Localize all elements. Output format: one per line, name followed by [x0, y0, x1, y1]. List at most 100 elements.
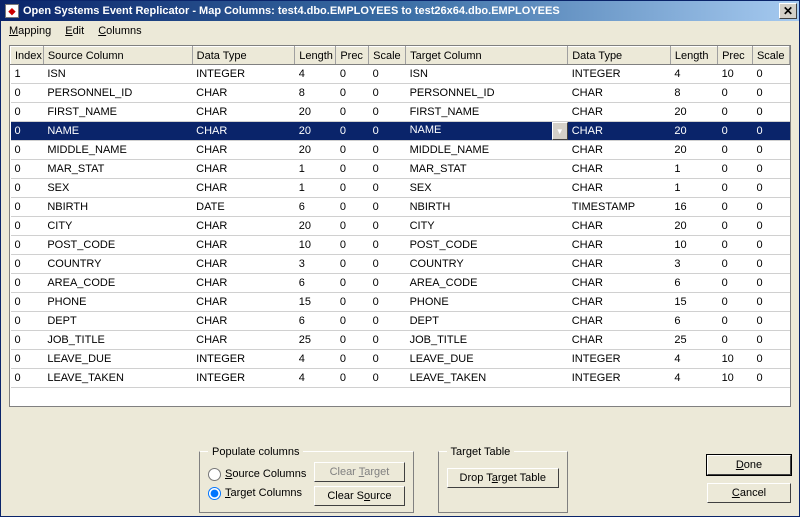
cell-tp: 0 — [718, 141, 753, 160]
cell-tc: ISN — [406, 65, 568, 84]
cell-tc: LEAVE_TAKEN — [406, 369, 568, 388]
cell-sp: 0 — [336, 65, 369, 84]
cell-idx: 0 — [11, 179, 44, 198]
cell-sdt: CHAR — [192, 274, 295, 293]
cell-tdt: INTEGER — [568, 350, 671, 369]
cell-sl: 3 — [295, 255, 336, 274]
cell-ts: 0 — [752, 160, 789, 179]
cell-tp: 0 — [718, 122, 753, 141]
cell-sp: 0 — [336, 160, 369, 179]
cell-tc: JOB_TITLE — [406, 331, 568, 350]
table-row[interactable]: 0COUNTRYCHAR300COUNTRYCHAR300 — [11, 255, 790, 274]
col-index[interactable]: Index — [11, 47, 44, 65]
table-row[interactable]: 0LEAVE_DUEINTEGER400LEAVE_DUEINTEGER4100 — [11, 350, 790, 369]
cell-sl: 20 — [295, 141, 336, 160]
col-target-scale[interactable]: Scale — [752, 47, 789, 65]
cell-ts: 0 — [752, 274, 789, 293]
cell-tl: 20 — [670, 122, 717, 141]
dropdown-value: NAME — [406, 122, 568, 138]
table-row[interactable]: 0NAMECHAR2000NAME▼PERSONNEL_IDFIRST_NAME… — [11, 122, 790, 141]
mapping-grid[interactable]: Index Source Column Data Type Length Pre… — [9, 45, 791, 407]
cell-tc: MAR_STAT — [406, 160, 568, 179]
cell-ss: 0 — [369, 293, 406, 312]
cell-tdt: INTEGER — [568, 369, 671, 388]
cell-ts: 0 — [752, 179, 789, 198]
table-row[interactable]: 0MIDDLE_NAMECHAR2000MIDDLE_NAMECHAR2000 — [11, 141, 790, 160]
close-button[interactable]: ✕ — [779, 3, 797, 19]
cell-tl: 3 — [670, 255, 717, 274]
col-source-length[interactable]: Length — [295, 47, 336, 65]
cell-sdt: CHAR — [192, 141, 295, 160]
cell-idx: 0 — [11, 217, 44, 236]
cell-ts: 0 — [752, 236, 789, 255]
cell-tdt: CHAR — [568, 141, 671, 160]
table-row[interactable]: 0JOB_TITLECHAR2500JOB_TITLECHAR2500 — [11, 331, 790, 350]
table-row[interactable]: 0FIRST_NAMECHAR2000FIRST_NAMECHAR2000 — [11, 103, 790, 122]
table-row[interactable]: 0POST_CODECHAR1000POST_CODECHAR1000 — [11, 236, 790, 255]
cell-sp: 0 — [336, 84, 369, 103]
cell-sdt: CHAR — [192, 103, 295, 122]
clear-source-button[interactable]: Clear Source — [314, 486, 404, 506]
cell-sl: 4 — [295, 350, 336, 369]
cancel-button[interactable]: Cancel — [707, 483, 791, 503]
table-row[interactable]: 0NBIRTHDATE600NBIRTHTIMESTAMP1600 — [11, 198, 790, 217]
cell-sp: 0 — [336, 293, 369, 312]
col-target-length[interactable]: Length — [670, 47, 717, 65]
cell-tl: 16 — [670, 198, 717, 217]
table-row[interactable]: 0AREA_CODECHAR600AREA_CODECHAR600 — [11, 274, 790, 293]
cell-sl: 1 — [295, 160, 336, 179]
cell-tp: 0 — [718, 103, 753, 122]
cell-ts: 0 — [752, 312, 789, 331]
cell-ss: 0 — [369, 312, 406, 331]
cell-tl: 6 — [670, 312, 717, 331]
menu-mapping[interactable]: Mapping — [9, 25, 51, 37]
radio-target-columns[interactable]: Target Columns — [208, 487, 306, 500]
cell-sc: LEAVE_DUE — [43, 350, 192, 369]
cell-tp: 0 — [718, 312, 753, 331]
col-target-datatype[interactable]: Data Type — [568, 47, 671, 65]
cell-tc: FIRST_NAME — [406, 103, 568, 122]
dropdown-list[interactable]: PERSONNEL_IDFIRST_NAMENAMEMIDDLE_NAMEMAR… — [406, 140, 568, 141]
cell-tdt: CHAR — [568, 160, 671, 179]
target-table-group: Target Table Drop Target Table — [438, 446, 568, 513]
cell-ss: 0 — [369, 160, 406, 179]
drop-target-button[interactable]: Drop Target Table — [447, 468, 559, 488]
table-row[interactable]: 0SEXCHAR100SEXCHAR100 — [11, 179, 790, 198]
cell-tp: 0 — [718, 274, 753, 293]
table-row[interactable]: 0DEPTCHAR600DEPTCHAR600 — [11, 312, 790, 331]
cell-tl: 1 — [670, 179, 717, 198]
col-source-prec[interactable]: Prec — [336, 47, 369, 65]
table-row[interactable]: 0MAR_STATCHAR100MAR_STATCHAR100 — [11, 160, 790, 179]
done-button[interactable]: Done — [707, 455, 791, 475]
col-source-datatype[interactable]: Data Type — [192, 47, 295, 65]
cell-sl: 15 — [295, 293, 336, 312]
cell-idx: 0 — [11, 312, 44, 331]
cell-sdt: CHAR — [192, 122, 295, 141]
menu-edit[interactable]: Edit — [65, 25, 84, 37]
cell-tl: 4 — [670, 369, 717, 388]
cell-tl: 1 — [670, 160, 717, 179]
table-row[interactable]: 0PHONECHAR1500PHONECHAR1500 — [11, 293, 790, 312]
col-target-column[interactable]: Target Column — [406, 47, 568, 65]
cell-sc: POST_CODE — [43, 236, 192, 255]
menu-columns[interactable]: Columns — [98, 25, 141, 37]
col-source-column[interactable]: Source Column — [43, 47, 192, 65]
table-row[interactable]: 0LEAVE_TAKENINTEGER400LEAVE_TAKENINTEGER… — [11, 369, 790, 388]
cell-sl: 1 — [295, 179, 336, 198]
table-row[interactable]: 0CITYCHAR2000CITYCHAR2000 — [11, 217, 790, 236]
cell-tc[interactable]: NAME▼PERSONNEL_IDFIRST_NAMENAMEMIDDLE_NA… — [406, 122, 568, 141]
col-target-prec[interactable]: Prec — [718, 47, 753, 65]
col-source-scale[interactable]: Scale — [369, 47, 406, 65]
cell-ts: 0 — [752, 350, 789, 369]
clear-target-button[interactable]: Clear Target — [314, 462, 404, 482]
cell-idx: 0 — [11, 350, 44, 369]
table-row[interactable]: 1ISNINTEGER400ISNINTEGER4100 — [11, 65, 790, 84]
radio-source-columns[interactable]: Source Columns — [208, 468, 306, 481]
cell-sc: MIDDLE_NAME — [43, 141, 192, 160]
cell-sdt: CHAR — [192, 255, 295, 274]
cell-sdt: INTEGER — [192, 350, 295, 369]
chevron-down-icon[interactable]: ▼ — [552, 122, 568, 140]
cell-sl: 6 — [295, 274, 336, 293]
cell-tc: MIDDLE_NAME — [406, 141, 568, 160]
table-row[interactable]: 0PERSONNEL_IDCHAR800PERSONNEL_IDCHAR800 — [11, 84, 790, 103]
